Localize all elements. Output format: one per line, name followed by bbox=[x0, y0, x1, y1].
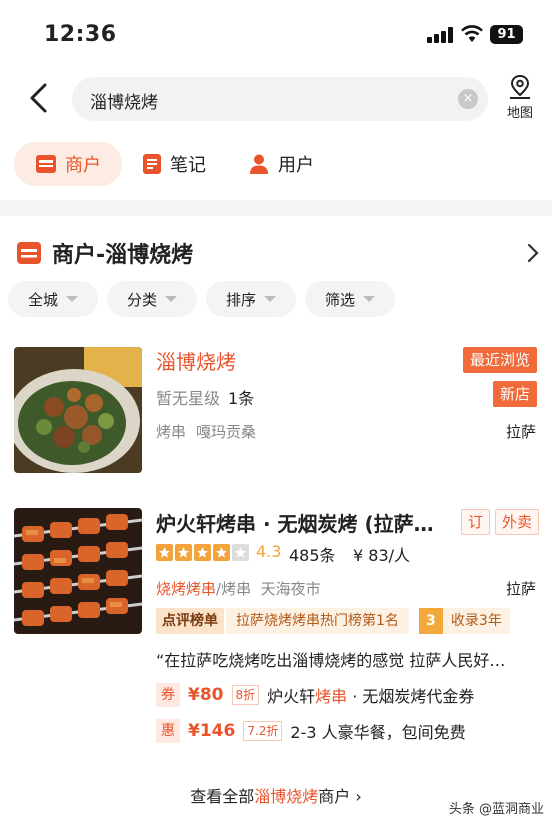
deal-price: ¥80 bbox=[188, 685, 224, 705]
tab-notes[interactable]: 笔记 bbox=[142, 142, 206, 186]
review-quote: “在拉萨吃烧烤吃出淄博烧烤的感觉 拉萨人民好… bbox=[156, 651, 506, 670]
back-arrow-icon[interactable] bbox=[26, 82, 52, 114]
filter-area-label: 全城 bbox=[27, 290, 58, 309]
area-label: 天海夜市 bbox=[260, 580, 321, 598]
star-icon bbox=[194, 544, 211, 561]
delivery-badge: 外卖 bbox=[495, 509, 540, 535]
deal-discount: 7.2折 bbox=[243, 721, 283, 741]
cellular-signal-icon bbox=[427, 27, 455, 43]
chevron-right-icon[interactable] bbox=[526, 242, 540, 264]
clear-icon[interactable]: × bbox=[458, 89, 478, 109]
reservation-badge: 订 bbox=[461, 509, 491, 535]
tab-merchants[interactable]: 商户 bbox=[14, 142, 122, 186]
shop-icon bbox=[17, 242, 41, 264]
rating-score: 4.3 bbox=[256, 542, 282, 561]
shop-icon bbox=[36, 155, 56, 173]
review-count: 485条 bbox=[289, 546, 336, 565]
deal-desc-suffix: · 无烟炭烤代金券 bbox=[347, 687, 475, 706]
merchant-section-header[interactable]: 商户-淄博烧烤 bbox=[16, 236, 544, 270]
filter-sort-label: 排序 bbox=[225, 290, 256, 309]
result-tabs: 商户 笔记 用户 bbox=[0, 142, 552, 188]
tab-notes-label: 笔记 bbox=[170, 155, 206, 176]
years-number: 3 bbox=[418, 608, 443, 634]
star-icon bbox=[175, 544, 192, 561]
deal-desc-highlight: 烤串 bbox=[315, 687, 348, 706]
rating-text: 暂无星级 bbox=[156, 389, 221, 408]
user-icon bbox=[250, 154, 268, 174]
section-divider bbox=[0, 200, 552, 216]
years-text: 收录3年 bbox=[442, 608, 510, 634]
merchant-photo bbox=[14, 508, 142, 634]
star-icon bbox=[213, 544, 230, 561]
filter-screen[interactable]: 筛选 bbox=[305, 281, 395, 317]
deal-voucher[interactable]: 券 ¥80 8折 炉火轩烤串 · 无烟炭烤代金券 bbox=[156, 682, 474, 708]
merchant-photo bbox=[14, 347, 142, 473]
area-label: 嘎玛贡桑 bbox=[196, 423, 257, 441]
note-icon bbox=[143, 154, 161, 174]
deal-price: ¥146 bbox=[188, 721, 236, 741]
wifi-icon bbox=[461, 25, 483, 42]
deal-description: 炉火轩烤串 · 无烟炭烤代金券 bbox=[267, 683, 474, 707]
tab-users[interactable]: 用户 bbox=[248, 142, 314, 186]
voucher-badge: 券 bbox=[156, 683, 180, 707]
view-all-prefix: 查看全部 bbox=[190, 787, 255, 806]
merchant-name[interactable]: 淄博烧烤 bbox=[156, 346, 236, 375]
section-title: 商户-淄博烧烤 bbox=[52, 243, 194, 268]
new-store-badge: 新店 bbox=[493, 381, 538, 407]
merchant-location: 拉萨 bbox=[505, 423, 536, 441]
search-query-text: 淄博烧烤 bbox=[90, 93, 158, 113]
deal-description: 2-3 人豪华餐，包间免费 bbox=[290, 723, 466, 742]
search-input[interactable]: 淄博烧烤 × bbox=[72, 77, 488, 121]
ranking-label: 点评榜单 bbox=[156, 608, 224, 634]
filter-screen-label: 筛选 bbox=[324, 290, 355, 309]
category-label: 烤串 bbox=[156, 423, 187, 441]
ranking-badge[interactable]: 点评榜单 拉萨烧烤烤串热门榜第1名 3 收录3年 bbox=[156, 608, 510, 634]
merchant-name[interactable]: 炉火轩烤串 · 无烟炭烤 (拉萨… bbox=[156, 508, 452, 537]
dropdown-arrow-icon bbox=[165, 296, 177, 302]
filter-category-label: 分类 bbox=[126, 290, 157, 309]
star-rating bbox=[156, 544, 251, 561]
review-count: 1条 bbox=[228, 389, 255, 408]
recently-viewed-badge: 最近浏览 bbox=[463, 347, 538, 373]
filter-category[interactable]: 分类 bbox=[107, 281, 197, 317]
map-label: 地图 bbox=[506, 106, 533, 121]
status-time: 12:36 bbox=[44, 22, 117, 47]
map-pin-icon bbox=[510, 74, 530, 99]
star-empty-icon bbox=[232, 544, 249, 561]
average-price: ¥ 83/人 bbox=[353, 546, 411, 565]
view-all-suffix: 商户 › bbox=[318, 787, 362, 806]
ranking-text: 拉萨烧烤烤串热门榜第1名 bbox=[226, 608, 409, 634]
dropdown-arrow-icon bbox=[66, 296, 78, 302]
tab-users-label: 用户 bbox=[278, 155, 314, 176]
discount-badge: 惠 bbox=[156, 719, 180, 743]
deal-desc-prefix: 炉火轩 bbox=[267, 687, 316, 706]
deal-package[interactable]: 惠 ¥146 7.2折 2-3 人豪华餐，包间免费 bbox=[156, 718, 466, 744]
view-all-keyword: 淄博烧烤 bbox=[254, 787, 319, 806]
dropdown-arrow-icon bbox=[264, 296, 276, 302]
deal-discount: 8折 bbox=[231, 685, 260, 705]
filter-sort[interactable]: 排序 bbox=[206, 281, 296, 317]
star-icon bbox=[156, 544, 173, 561]
dropdown-arrow-icon bbox=[363, 296, 375, 302]
merchant-categories: 烧烤烤串/烤串 天海夜市 bbox=[156, 578, 321, 599]
category-label: /烤串 bbox=[216, 580, 252, 598]
battery-icon: 91 bbox=[490, 25, 523, 44]
tab-merchants-label: 商户 bbox=[65, 155, 101, 176]
status-bar: 12:36 91 bbox=[0, 0, 552, 62]
merchant-categories: 烤串 嘎玛贡桑 bbox=[156, 421, 256, 442]
filter-area[interactable]: 全城 bbox=[8, 281, 98, 317]
merchant-location: 拉萨 bbox=[505, 580, 536, 598]
merchant-rating: 暂无星级 1条 bbox=[156, 385, 254, 409]
category-highlight: 烧烤烤串 bbox=[156, 580, 217, 598]
watermark: 头条 @蓝洞商业 bbox=[448, 802, 544, 817]
map-button[interactable]: 地图 bbox=[500, 74, 540, 124]
